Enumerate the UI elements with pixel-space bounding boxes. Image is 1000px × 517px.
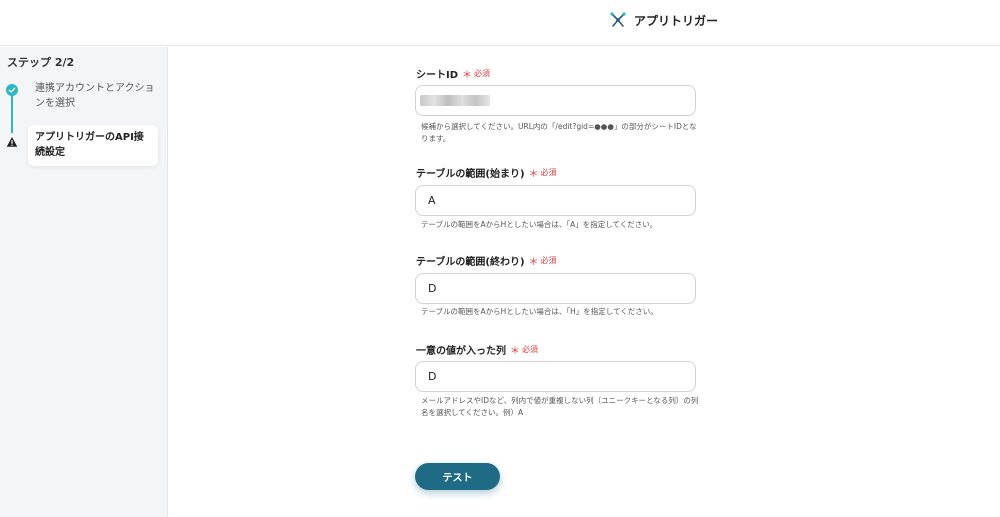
check-icon	[6, 84, 18, 96]
required-badge: ＊必須	[529, 165, 557, 180]
warning-icon	[6, 133, 18, 147]
top-bar: アプリトリガー	[0, 0, 1000, 46]
range-start-field[interactable]	[415, 185, 696, 216]
step-counter: ステップ 2/2	[7, 56, 75, 69]
required-text: 必須	[540, 256, 557, 265]
sheet-id-label: シートID ＊必須	[416, 66, 490, 81]
sidebar-step-2[interactable]: アプリトリガーのAPI接続設定	[28, 125, 158, 166]
sidebar: ステップ 2/2 連携アカウントとアクションを選択 アプリトリガーのAPI接続設…	[0, 47, 168, 517]
unique-column-field[interactable]	[415, 361, 696, 392]
required-text: 必須	[474, 69, 491, 78]
sidebar-step-1[interactable]: 連携アカウントとアクションを選択	[35, 81, 160, 111]
redacted-value	[420, 95, 490, 106]
required-badge: ＊必須	[462, 66, 490, 81]
unique-column-label: 一意の値が入った列 ＊必須	[416, 342, 538, 357]
range-start-help: テーブルの範囲をAからHとしたい場合は、「A」を指定してください。	[421, 220, 658, 229]
required-text: 必須	[540, 168, 557, 177]
app-title: アプリトリガー	[609, 11, 718, 29]
required-badge: ＊必須	[529, 253, 557, 268]
asterisk-icon: ＊	[528, 169, 539, 180]
step-connector-line	[11, 93, 13, 133]
asterisk-icon: ＊	[528, 257, 539, 268]
test-button[interactable]: テスト	[415, 463, 500, 490]
range-start-label-text: テーブルの範囲(始まり)	[416, 169, 525, 180]
range-end-help: テーブルの範囲をAからHとしたい場合は、「H」を指定してください。	[421, 307, 658, 316]
asterisk-icon: ＊	[510, 346, 520, 357]
range-end-label-text: テーブルの範囲(終わり)	[416, 257, 525, 268]
app-title-label: アプリトリガー	[634, 13, 719, 28]
unique-column-help: メールアドレスやIDなど、列内で値が重複しない列（ユニークキーとなる列）の列名を…	[421, 396, 699, 417]
unique-column-label-text: 一意の値が入った列	[416, 346, 506, 357]
required-badge: ＊必須	[510, 342, 538, 357]
app-trigger-icon	[609, 11, 627, 29]
asterisk-icon: ＊	[462, 70, 473, 81]
sheet-id-label-text: シートID	[416, 70, 459, 81]
sheet-id-help: 候補から選択してください。URL内の「/edit?gid=●●●」の部分がシート…	[421, 122, 697, 143]
required-text: 必須	[522, 345, 538, 354]
range-end-field[interactable]	[415, 273, 696, 304]
range-end-label: テーブルの範囲(終わり) ＊必須	[416, 253, 557, 268]
sidebar-step-2-label: アプリトリガーのAPI接続設定	[35, 132, 144, 158]
range-start-label: テーブルの範囲(始まり) ＊必須	[416, 165, 557, 180]
